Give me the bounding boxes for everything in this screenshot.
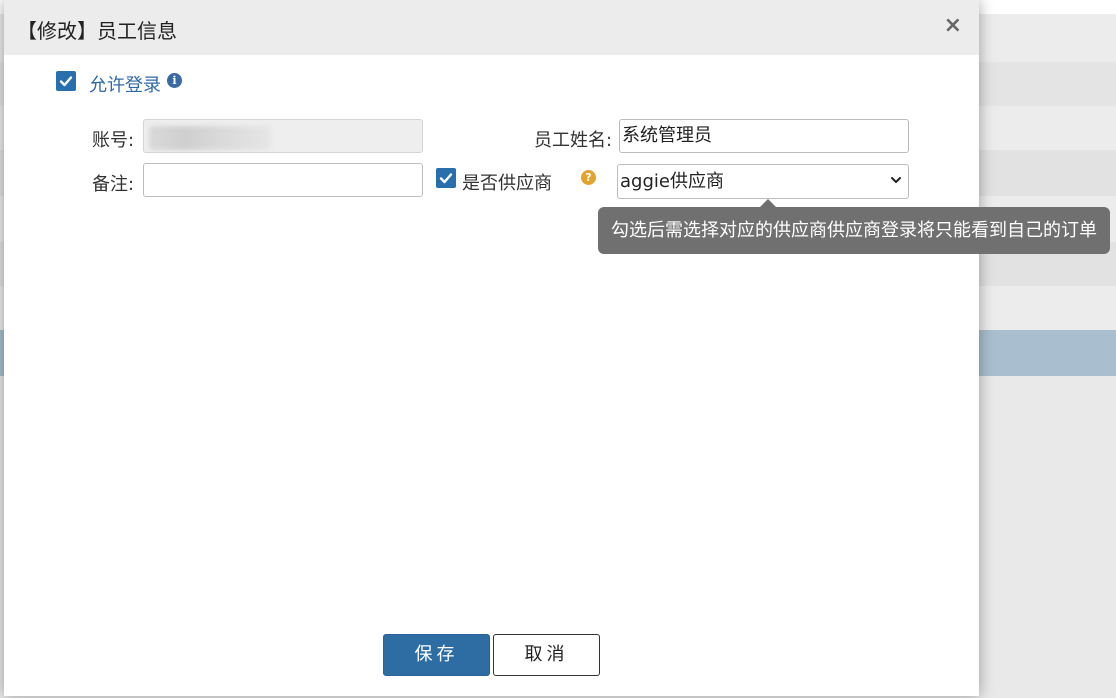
tooltip-arrow	[760, 199, 776, 207]
supplier-select-value: aggie供应商	[620, 171, 724, 192]
checkmark-icon	[439, 173, 453, 184]
is-supplier-label[interactable]: 是否供应商	[462, 169, 552, 195]
cancel-button[interactable]: 取消	[493, 634, 600, 676]
supplier-help-tooltip: 勾选后需选择对应的供应商供应商登录将只能看到自己的订单	[598, 207, 1110, 254]
info-icon[interactable]: i	[167, 73, 182, 88]
dialog-title: 【修改】员工信息	[17, 19, 177, 43]
edit-employee-dialog: 【修改】员工信息 × 允许登录 i 账号: 员工姓名: 系统管理员 备注: 是否…	[4, 0, 979, 696]
is-supplier-checkbox[interactable]	[436, 168, 456, 188]
allow-login-label[interactable]: 允许登录	[89, 71, 161, 97]
allow-login-checkbox[interactable]	[56, 71, 76, 91]
save-button[interactable]: 保存	[383, 634, 490, 676]
checkmark-icon	[59, 76, 73, 87]
chevron-down-icon	[890, 166, 902, 209]
account-label: 账号:	[92, 130, 135, 151]
close-icon[interactable]: ×	[944, 13, 962, 38]
account-field[interactable]	[143, 119, 423, 153]
remark-label: 备注:	[92, 174, 135, 195]
employee-name-field[interactable]: 系统管理员	[619, 119, 909, 153]
remark-field[interactable]	[143, 163, 423, 197]
dialog-titlebar: 【修改】员工信息 ×	[4, 0, 979, 55]
redacted-account-value	[149, 126, 271, 150]
supplier-select[interactable]: aggie供应商	[617, 164, 909, 199]
employee-name-label: 员工姓名:	[534, 130, 613, 151]
help-icon[interactable]: ?	[581, 170, 596, 185]
